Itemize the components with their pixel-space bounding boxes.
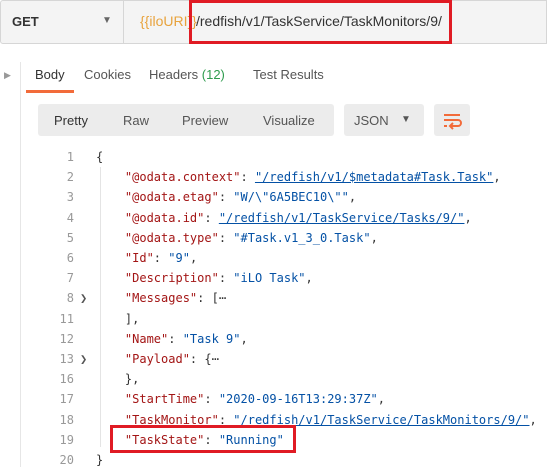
tab-headers-label: Headers <box>149 67 199 82</box>
wrap-lines-button[interactable] <box>434 104 470 136</box>
code-token: ⋯ <box>211 352 219 366</box>
code-token: "Id" <box>96 251 154 265</box>
code-token: "@odata.type" <box>96 230 219 245</box>
code-token: : [ <box>197 291 219 306</box>
code-token: "StartTime" <box>96 392 205 407</box>
line-number: 20 <box>59 453 74 467</box>
line-number: 4 <box>66 210 74 225</box>
code-token: "Messages" <box>96 291 198 306</box>
code-line: "@odata.etag": "W/\"6A5BEC10\"", <box>96 190 356 204</box>
code-token: , <box>464 210 472 225</box>
code-token: : <box>218 190 234 205</box>
code-token: "iLO Task" <box>233 271 306 286</box>
pretty-button[interactable]: Pretty <box>54 113 88 128</box>
code-token: , <box>377 392 386 407</box>
code-token: : <box>168 331 183 346</box>
code-line: { <box>96 150 103 164</box>
tab-test-results[interactable]: Test Results <box>253 67 324 82</box>
code-token: , <box>370 230 378 245</box>
format-label: JSON <box>354 113 389 128</box>
code-token: "@odata.id" <box>96 210 205 225</box>
code-line: "Description": "iLO Task", <box>96 271 313 285</box>
code-line: "@odata.context": "/redfish/v1/$metadata… <box>96 170 501 184</box>
chevron-right-icon[interactable]: ▶ <box>4 70 11 81</box>
code-line: }, <box>96 372 139 386</box>
code-line: "Id": "9", <box>96 251 197 265</box>
visualize-button[interactable]: Visualize <box>263 113 315 128</box>
wrap-lines-icon <box>444 114 462 130</box>
code-token: { <box>96 150 104 164</box>
tab-headers[interactable]: Headers (12) <box>149 67 225 82</box>
code-token: , <box>305 271 313 286</box>
code-token: , <box>240 331 248 346</box>
tab-body[interactable]: Body <box>35 67 65 82</box>
code-token: : <box>204 392 219 407</box>
code-line: "@odata.type": "#Task.v1_3_0.Task", <box>96 231 378 245</box>
line-number: 5 <box>66 230 74 245</box>
chevron-down-icon: ▼ <box>401 114 411 125</box>
line-number: 7 <box>66 271 74 286</box>
code-token: : <box>204 210 219 225</box>
raw-button[interactable]: Raw <box>123 113 149 128</box>
code-token: "@odata.context" <box>96 170 241 185</box>
divider <box>20 62 21 467</box>
line-number: 12 <box>59 331 74 346</box>
code-token: "Payload" <box>96 352 190 366</box>
fold-chevron-icon[interactable]: ❯ <box>80 352 87 366</box>
line-number: 3 <box>66 190 74 205</box>
line-number: 11 <box>59 311 74 326</box>
tab-cookies[interactable]: Cookies <box>84 67 131 82</box>
line-number: 2 <box>66 170 74 185</box>
headers-count: (12) <box>201 67 225 82</box>
code-token: : { <box>189 352 212 366</box>
code-token: "Description" <box>96 271 219 286</box>
code-token: ⋯ <box>218 291 227 306</box>
url-highlight-box <box>189 0 452 44</box>
code-line: "Messages": [⋯ <box>96 291 226 305</box>
code-token: , <box>493 170 501 185</box>
code-token: } <box>96 453 104 467</box>
line-number: 17 <box>59 392 74 407</box>
line-number: 6 <box>66 251 74 265</box>
code-token: "2020-09-16T13:29:37Z" <box>218 392 378 407</box>
code-token: , <box>189 251 198 265</box>
code-line: "Payload": {⋯ <box>96 352 219 366</box>
code-token: , <box>348 190 357 205</box>
chevron-down-icon[interactable]: ▼ <box>102 15 112 26</box>
code-line: ], <box>96 312 139 326</box>
code-token: "@odata.etag" <box>96 190 219 205</box>
fold-chevron-icon[interactable]: ❯ <box>80 291 87 305</box>
line-number: 1 <box>66 150 74 164</box>
code-token: "9" <box>168 251 190 265</box>
code-line: "StartTime": "2020-09-16T13:29:37Z", <box>96 392 385 406</box>
preview-button[interactable]: Preview <box>182 113 228 128</box>
code-token: "Task 9" <box>182 331 241 346</box>
code-token: , <box>529 412 537 427</box>
code-token: : <box>218 230 234 245</box>
code-token[interactable]: "/redfish/v1/TaskService/Tasks/9/" <box>219 211 465 225</box>
taskstate-highlight-box <box>110 425 296 453</box>
code-token: }, <box>96 372 140 387</box>
line-number: 8 <box>66 291 74 306</box>
active-tab-indicator <box>26 90 74 93</box>
line-number: 18 <box>59 412 74 427</box>
code-line: } <box>96 453 103 467</box>
code-line: "@odata.id": "/redfish/v1/TaskService/Ta… <box>96 211 472 225</box>
code-token[interactable]: "/redfish/v1/$metadata#Task.Task" <box>255 170 493 184</box>
method-label: GET <box>12 14 39 29</box>
code-token: "Name" <box>96 331 169 346</box>
code-token: : <box>218 271 234 286</box>
code-token: "#Task.v1_3_0.Task" <box>233 230 371 245</box>
code-token: ], <box>96 311 140 326</box>
code-token: : <box>240 170 255 185</box>
code-line: "Name": "Task 9", <box>96 332 248 346</box>
code-token: : <box>153 251 169 265</box>
line-number: 16 <box>59 372 74 387</box>
line-number: 13 <box>59 352 74 366</box>
code-token: "W/\"6A5BEC10\"" <box>233 190 349 205</box>
line-number: 19 <box>59 432 74 447</box>
